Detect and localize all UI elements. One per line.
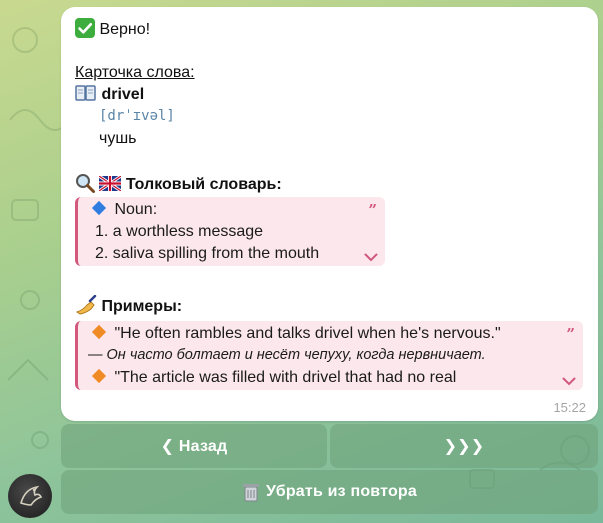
- bird-logo-icon: [20, 485, 43, 506]
- examples-title: Примеры:: [101, 298, 183, 315]
- example-1-line: "He often rambles and talks drivel when …: [90, 324, 501, 343]
- quote-icon: ”: [566, 325, 575, 343]
- status-text: Верно!: [99, 21, 151, 38]
- word: drivel: [101, 86, 145, 103]
- message-bubble: Верно! Карточка слова: drivel [drˈɪvəl] …: [61, 7, 598, 421]
- example-1: "He often rambles and talks drivel when …: [114, 325, 501, 342]
- blue-diamond-icon: [91, 200, 107, 216]
- translation: чушь: [99, 130, 137, 147]
- message-time: 15:22: [553, 400, 586, 415]
- pos-label: Noun:: [114, 201, 158, 218]
- book-icon: [75, 85, 96, 101]
- card-title: Карточка слова:: [75, 64, 195, 81]
- transcription: [drˈɪvəl]: [99, 108, 175, 124]
- remove-button-label: Убрать из повтора: [266, 483, 417, 500]
- examples-quote[interactable]: "He often rambles and talks drivel when …: [75, 321, 583, 390]
- examples-title-line: Примеры:: [75, 294, 183, 316]
- back-button-label: ❮ Назад: [160, 438, 228, 455]
- dictionary-quote[interactable]: Noun: 1. a worthless message 2. saliva s…: [75, 197, 385, 266]
- writing-hand-icon: [75, 294, 97, 315]
- chevron-down-icon[interactable]: [364, 253, 378, 262]
- back-button[interactable]: ❮ Назад: [61, 424, 327, 468]
- uk-flag-icon: [98, 174, 123, 193]
- dictionary-title-line: Толковый словарь:: [75, 173, 282, 194]
- trash-icon: [243, 484, 259, 502]
- status-line: Верно!: [75, 18, 150, 39]
- orange-diamond-icon: [91, 324, 107, 340]
- forward-button-label: ❯❯❯: [443, 438, 485, 455]
- chevron-down-icon[interactable]: [562, 377, 576, 386]
- pos-line: Noun:: [90, 200, 158, 219]
- check-mark-icon: [75, 18, 95, 38]
- definition-2: 2. saliva spilling from the mouth: [95, 245, 320, 262]
- magnifier-icon: [76, 174, 95, 193]
- orange-diamond-icon: [91, 368, 107, 384]
- remove-from-review-button[interactable]: Убрать из повтора: [61, 470, 598, 514]
- definition-1: 1. a worthless message: [95, 223, 264, 240]
- word-line: drivel: [75, 84, 144, 104]
- dictionary-title: Толковый словарь:: [125, 176, 282, 193]
- example-1-translation: — Он часто болтает и несёт чепуху, когда…: [88, 347, 486, 363]
- example-2: "The article was filled with drivel that…: [114, 369, 457, 386]
- forward-button[interactable]: ❯❯❯: [330, 424, 598, 468]
- example-2-line: "The article was filled with drivel that…: [90, 368, 457, 387]
- quote-icon: ”: [368, 201, 377, 219]
- bot-avatar[interactable]: [8, 474, 52, 518]
